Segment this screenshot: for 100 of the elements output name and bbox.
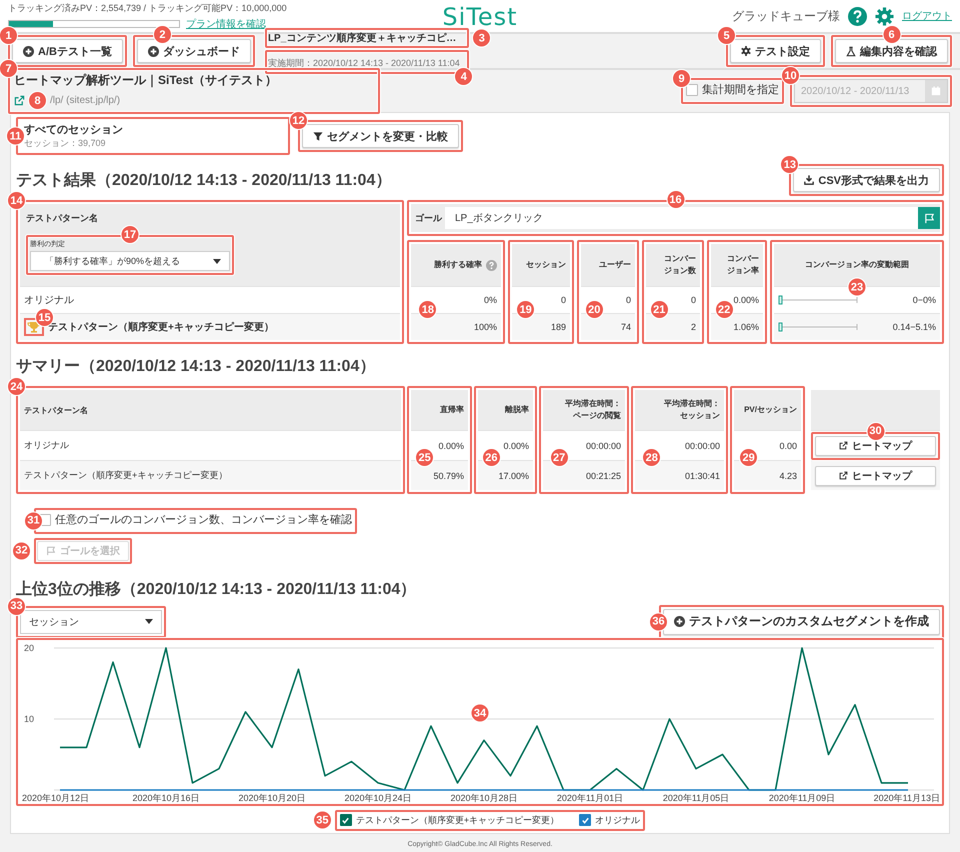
- legend-item[interactable]: オリジナル: [577, 812, 642, 828]
- axis-label: 2020年10月28日: [450, 792, 518, 802]
- goal-label: ゴール: [415, 212, 444, 224]
- segment-button[interactable]: セグメントを変更・比較: [302, 124, 459, 148]
- caret-icon: [213, 258, 221, 264]
- table-cell: 0.00%: [733, 295, 759, 305]
- callout-badge: 4: [454, 67, 474, 86]
- test-settings-button[interactable]: テスト設定: [730, 39, 821, 63]
- table-cell: 100%: [474, 322, 497, 332]
- table-cell: 17.00%: [498, 470, 529, 480]
- callout-badge: 32: [12, 541, 31, 560]
- callout-badge: 3: [472, 28, 492, 48]
- axis-label: 2020年11月09日: [768, 792, 836, 802]
- preview-button[interactable]: 編集内容を確認: [835, 39, 948, 63]
- callout-badge: 24: [7, 377, 26, 396]
- table-cell: 00:00:00: [684, 440, 720, 450]
- pattern-name: オリジナル: [24, 439, 69, 452]
- gear-icon: [741, 46, 751, 56]
- column-header: コンバー ジョン数: [646, 244, 700, 286]
- callout-badge: 33: [7, 596, 26, 616]
- callout-badge: 26: [482, 448, 501, 468]
- tracking-info: トラッキング済みPV：2,554,739 / トラッキング可能PV：10,000,000: [8, 2, 287, 14]
- table-cell: 0: [560, 295, 566, 305]
- settings-icon[interactable]: [875, 6, 894, 26]
- judge-select[interactable]: 「勝利する確率」が90%を超える: [30, 251, 230, 271]
- table-cell: 00:00:00: [586, 440, 621, 450]
- goal-button[interactable]: [918, 207, 940, 229]
- callout-badge: 18: [418, 300, 438, 319]
- metric-select[interactable]: セッション: [20, 610, 162, 634]
- callout-badge: 25: [415, 448, 434, 468]
- table-cell: 0.00%: [503, 440, 529, 450]
- caret-icon: [145, 619, 153, 624]
- axis-label: 10: [24, 714, 34, 724]
- table-cell: 0%: [484, 295, 497, 305]
- callout-badge: 19: [516, 300, 536, 319]
- column-header: テストパターン名: [20, 390, 401, 430]
- flag-icon: [46, 546, 56, 556]
- callout-badge: 21: [650, 300, 669, 319]
- callout-badge: 13: [780, 155, 800, 174]
- heatmap-button[interactable]: ヒートマップ: [815, 436, 936, 456]
- plus-circle-icon: [148, 46, 159, 56]
- download-icon: [804, 175, 814, 185]
- range-bar-icon: [778, 295, 858, 305]
- callout-badge: 9: [672, 69, 691, 88]
- table-cell: 0: [626, 295, 631, 305]
- callout-badge: 27: [550, 448, 569, 468]
- filter-icon: [313, 130, 323, 142]
- table-cell: 2: [690, 322, 696, 332]
- callout-badge: 11: [6, 126, 25, 146]
- callout-badge: 17: [120, 225, 140, 244]
- callout-badge: 8: [28, 91, 47, 110]
- custom-segment-button[interactable]: テストパターンのカスタムセグメントを作成: [663, 608, 940, 634]
- goal-field[interactable]: LP_ボタンクリック: [445, 207, 918, 229]
- session-count: セッション：39,709: [24, 137, 107, 150]
- table-cell: 1.06%: [733, 322, 759, 332]
- checkbox[interactable]: [579, 814, 592, 826]
- column-header: 平均滞在時間： ページの閲覧: [543, 390, 625, 430]
- plus-circle-icon: [674, 616, 685, 627]
- checkbox[interactable]: [686, 84, 698, 96]
- table-cell: 0.00: [779, 440, 797, 450]
- csv-export-button[interactable]: CSV形式で結果を出力: [793, 168, 940, 192]
- table-cell: 0.00%: [438, 440, 464, 450]
- callout-badge: 29: [739, 448, 758, 468]
- checkbox[interactable]: [340, 814, 352, 826]
- column-header: 離脱率: [478, 390, 533, 430]
- user-name: グラッドキューブ様: [732, 8, 840, 24]
- axis-label: 2020年10月20日: [238, 792, 306, 802]
- table-cell: 74: [620, 322, 631, 332]
- axis-label: 20: [24, 642, 34, 652]
- legend-item[interactable]: テストパターン（順序変更+キャッチコピー変更）: [338, 812, 562, 828]
- heatmap-button[interactable]: ヒートマップ: [815, 466, 936, 486]
- test-title: LP_コンテンツ順序変更＋キャッチコピ…: [268, 31, 458, 45]
- column-header: テストパターン名: [26, 212, 99, 225]
- help-icon[interactable]: [848, 6, 867, 26]
- table-cell: 4.23: [779, 470, 797, 480]
- external-link-icon[interactable]: [14, 95, 25, 106]
- callout-badge: 31: [24, 511, 43, 530]
- axis-label: 2020年11月05日: [662, 792, 730, 802]
- table-cell: 00:21:25: [586, 470, 621, 480]
- column-header: PV/セッション: [734, 390, 801, 430]
- column-header: 平均滞在時間： セッション: [635, 390, 724, 430]
- callout-badge: 14: [7, 191, 26, 210]
- table-cell: 01:30:41: [684, 470, 720, 480]
- section-heading: テスト結果（2020/10/12 14:13 - 2020/11/13 11:04）: [16, 170, 392, 190]
- axis-label: 2020年10月24日: [344, 792, 412, 802]
- nav-button[interactable]: ダッシュボード: [136, 39, 251, 63]
- callout-badge: 20: [584, 300, 604, 319]
- table-cell: 0.14−5.1%: [892, 322, 936, 332]
- section-heading: サマリー（2020/10/12 14:13 - 2020/11/13 11:04）: [16, 356, 376, 376]
- callout-badge: 16: [666, 190, 685, 209]
- nav-button[interactable]: A/Bテスト一覧: [12, 39, 123, 63]
- column-header: セッション: [512, 244, 570, 286]
- pattern-name: テストパターン（順序変更+キャッチコピー変更）: [24, 469, 228, 482]
- help-icon[interactable]: [486, 260, 497, 270]
- segment-title: すべてのセッション: [24, 123, 124, 137]
- callout-badge: 35: [312, 810, 332, 830]
- callout-badge: 22: [714, 300, 734, 319]
- callout-badge: 34: [470, 704, 490, 723]
- external-link-icon: [839, 441, 848, 450]
- column-header: 直帰率: [411, 390, 468, 430]
